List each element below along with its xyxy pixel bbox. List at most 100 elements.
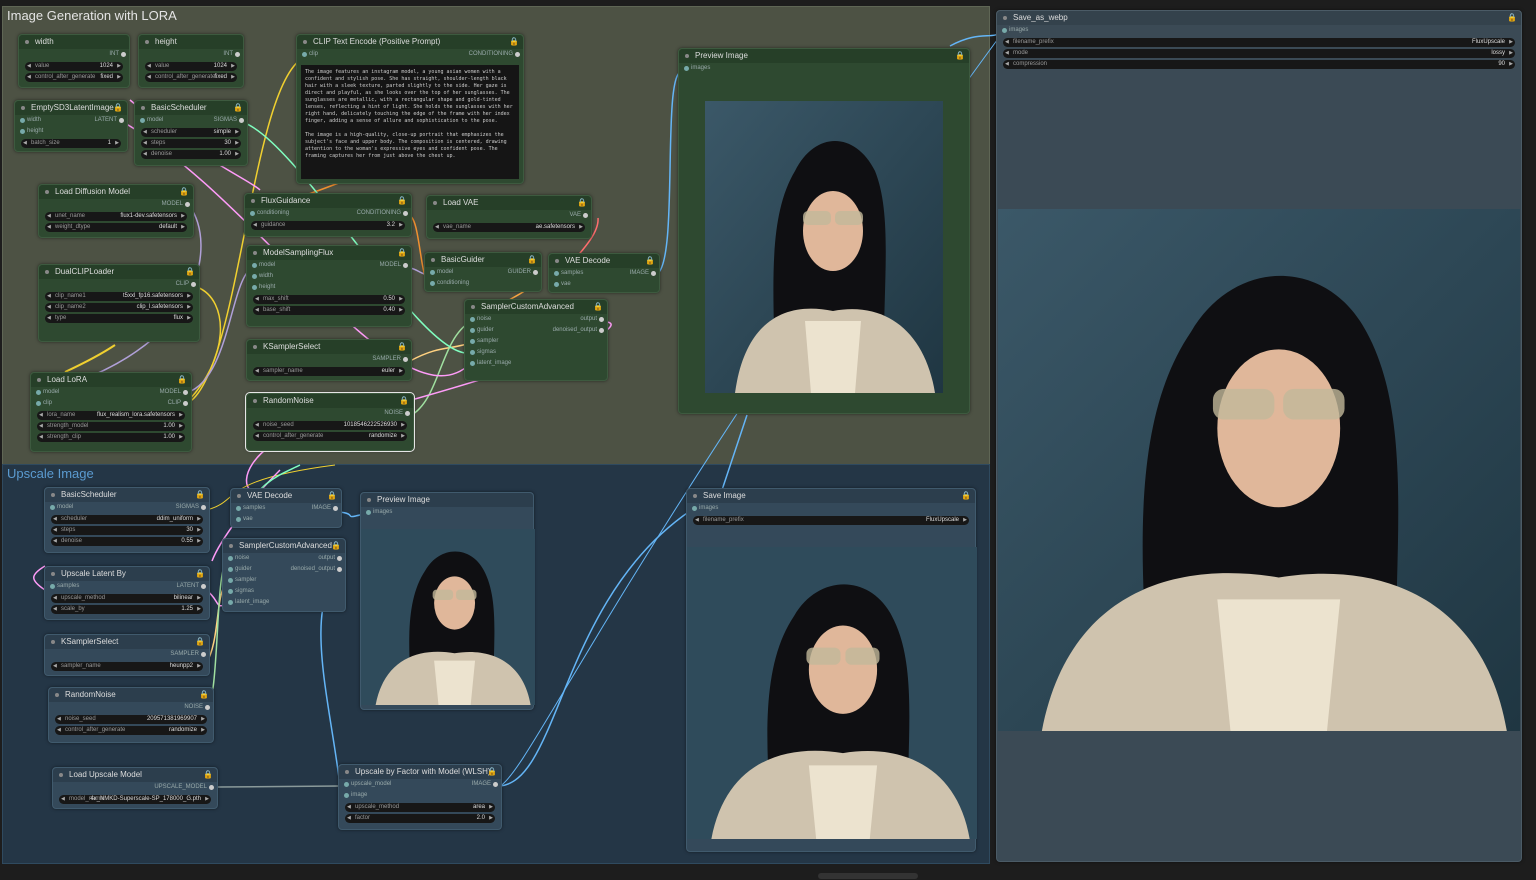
node-random-noise[interactable]: RandomNoise🔒 NOISE noise_seed10185462225… bbox=[245, 392, 415, 452]
widget-sampler-name[interactable]: sampler_nameeuler bbox=[253, 367, 405, 376]
node-basic-scheduler-2[interactable]: BasicScheduler🔒 modelSIGMAS schedulerddi… bbox=[44, 487, 210, 553]
node-header[interactable]: KSamplerSelect 🔒 bbox=[247, 340, 411, 354]
node-header[interactable]: EmptySD3LatentImage 🔒 bbox=[15, 101, 127, 115]
node-basic-scheduler[interactable]: BasicScheduler🔒 modelSIGMAS schedulersim… bbox=[134, 100, 248, 166]
node-header[interactable]: ModelSamplingFlux 🔒 bbox=[247, 246, 411, 260]
node-save-as-webp[interactable]: Save_as_webp🔒 images filename_prefixFlux… bbox=[996, 10, 1522, 862]
node-preview-image[interactable]: Preview Image 🔒 images bbox=[678, 48, 970, 414]
node-load-lora[interactable]: Load LoRA🔒 modelMODEL clipCLIP lora_name… bbox=[30, 372, 192, 452]
node-header[interactable]: RandomNoise 🔒 bbox=[247, 394, 413, 408]
node-header[interactable]: Upscale Latent By 🔒 bbox=[45, 567, 209, 581]
node-header[interactable]: Load Upscale Model 🔒 bbox=[53, 768, 217, 782]
widget-batch-size[interactable]: batch_size1 bbox=[21, 139, 121, 148]
node-ksampler-select-2[interactable]: KSamplerSelect🔒 SAMPLER sampler_nameheun… bbox=[44, 634, 210, 676]
node-header[interactable]: RandomNoise 🔒 bbox=[49, 688, 213, 702]
lock-icon: 🔒 bbox=[195, 637, 205, 646]
widget-value[interactable]: value1024 bbox=[145, 62, 237, 71]
node-header[interactable]: VAE Decode 🔒 bbox=[549, 254, 659, 268]
node-load-upscale-model[interactable]: Load Upscale Model🔒 UPSCALE_MODEL model_… bbox=[52, 767, 218, 809]
widget-steps[interactable]: steps30 bbox=[141, 139, 241, 148]
widget-control-after-generate[interactable]: control_after_generaterandomize bbox=[55, 726, 207, 735]
widget-denoise[interactable]: denoise0.55 bbox=[51, 537, 203, 546]
widget-scheduler[interactable]: schedulerddim_uniform bbox=[51, 515, 203, 524]
canvas-scrollbar[interactable] bbox=[818, 873, 918, 879]
node-header[interactable]: BasicScheduler 🔒 bbox=[135, 101, 247, 115]
node-header[interactable]: height bbox=[139, 35, 243, 49]
node-header[interactable]: Load Diffusion Model 🔒 bbox=[39, 185, 193, 199]
widget-control-after-generate[interactable]: control_after_generatefixed bbox=[25, 73, 123, 82]
node-upscale-by-factor[interactable]: Upscale by Factor with Model (WLSH) 🔒 ups… bbox=[338, 764, 502, 830]
widget-model-name[interactable]: model_name4x_NMKD-Superscale-SP_178000_G… bbox=[59, 795, 211, 804]
widget-steps[interactable]: steps30 bbox=[51, 526, 203, 535]
node-header[interactable]: Save Image 🔒 bbox=[687, 489, 975, 503]
node-header[interactable]: CLIP Text Encode (Positive Prompt) 🔒 bbox=[297, 35, 523, 49]
node-header[interactable]: DualCLIPLoader 🔒 bbox=[39, 265, 199, 279]
widget-guidance[interactable]: guidance3.2 bbox=[251, 221, 405, 230]
node-vae-decode[interactable]: VAE Decode 🔒 samples IMAGE vae bbox=[548, 253, 660, 293]
node-header[interactable]: Preview Image 🔒 bbox=[679, 49, 969, 63]
widget-value[interactable]: value1024 bbox=[25, 62, 123, 71]
node-random-noise-2[interactable]: RandomNoise🔒 NOISE noise_seed20957138196… bbox=[48, 687, 214, 743]
node-header[interactable]: Save_as_webp 🔒 bbox=[997, 11, 1521, 25]
widget-strength-model[interactable]: strength_model1.00 bbox=[37, 422, 185, 431]
widget-scale-by[interactable]: scale_by1.25 bbox=[51, 605, 203, 614]
widget-vae-name[interactable]: vae_nameae.safetensors bbox=[433, 223, 585, 232]
widget-clip-name2[interactable]: clip_name2clip_l.safetensors bbox=[45, 303, 193, 312]
node-flux-guidance[interactable]: FluxGuidance🔒 conditioningCONDITIONING g… bbox=[244, 193, 412, 237]
node-vae-decode-2[interactable]: VAE Decode 🔒 samples IMAGE vae bbox=[230, 488, 342, 528]
node-header[interactable]: KSamplerSelect 🔒 bbox=[45, 635, 209, 649]
widget-upscale-method[interactable]: upscale_methodbilinear bbox=[51, 594, 203, 603]
widget-control-after-generate[interactable]: control_after_generaterandomize bbox=[253, 432, 407, 441]
node-model-sampling-flux[interactable]: ModelSamplingFlux 🔒 model MODEL width heig… bbox=[246, 245, 412, 327]
node-clip-text-encode[interactable]: CLIP Text Encode (Positive Prompt) 🔒 clip… bbox=[296, 34, 524, 184]
lock-icon: 🔒 bbox=[593, 302, 603, 311]
widget-filename-prefix[interactable]: filename_prefixFluxUpscale bbox=[693, 516, 969, 525]
widget-compression[interactable]: compression90 bbox=[1003, 60, 1515, 69]
lock-icon: 🔒 bbox=[233, 103, 243, 112]
node-sampler-custom-advanced[interactable]: SamplerCustomAdvanced 🔒 noise output guide… bbox=[464, 299, 608, 381]
widget-filename-prefix[interactable]: filename_prefixFluxUpscale bbox=[1003, 38, 1515, 47]
node-header[interactable]: BasicGuider 🔒 bbox=[425, 253, 541, 267]
node-header[interactable]: Load VAE 🔒 bbox=[427, 196, 591, 210]
node-ksampler-select[interactable]: KSamplerSelect🔒 SAMPLER sampler_nameeule… bbox=[246, 339, 412, 381]
node-save-image[interactable]: Save Image🔒 images filename_prefixFluxUp… bbox=[686, 488, 977, 852]
node-load-vae[interactable]: Load VAE🔒 VAE vae_nameae.safetensors bbox=[426, 195, 592, 239]
node-sampler-custom-advanced-2[interactable]: SamplerCustomAdvanced 🔒 noise output guide… bbox=[222, 538, 346, 612]
node-header[interactable]: BasicScheduler 🔒 bbox=[45, 488, 209, 502]
widget-type[interactable]: typeflux bbox=[45, 314, 193, 323]
node-header[interactable]: Preview Image bbox=[361, 493, 533, 507]
widget-upscale-method[interactable]: upscale_methodarea bbox=[345, 803, 495, 812]
node-width[interactable]: width INT value1024 control_after_genera… bbox=[18, 34, 130, 88]
widget-unet-name[interactable]: unet_nameflux1-dev.safetensors bbox=[45, 212, 187, 221]
node-header[interactable]: FluxGuidance 🔒 bbox=[245, 194, 411, 208]
node-basic-guider[interactable]: BasicGuider 🔒 model GUIDER conditioning bbox=[424, 252, 542, 292]
prompt-textarea[interactable]: The image features an instagram model, a… bbox=[301, 65, 519, 179]
widget-clip-name1[interactable]: clip_name1t5xxl_fp16.safetensors bbox=[45, 292, 193, 301]
node-preview-image-2[interactable]: Preview Image images bbox=[360, 492, 535, 710]
widget-lora-name[interactable]: lora_nameflux_realism_lora.safetensors bbox=[37, 411, 185, 420]
node-header[interactable]: width bbox=[19, 35, 129, 49]
lock-icon: 🔒 bbox=[327, 491, 337, 500]
node-upscale-latent-by[interactable]: Upscale Latent By🔒 samplesLATENT upscale… bbox=[44, 566, 210, 620]
widget-sampler-name[interactable]: sampler_nameheunpp2 bbox=[51, 662, 203, 671]
widget-control-after-generate[interactable]: control_after_generatefixed bbox=[145, 73, 237, 82]
node-header[interactable]: VAE Decode 🔒 bbox=[231, 489, 341, 503]
widget-strength-clip[interactable]: strength_clip1.00 bbox=[37, 433, 185, 442]
node-header[interactable]: SamplerCustomAdvanced 🔒 bbox=[465, 300, 607, 314]
widget-noise-seed[interactable]: noise_seed209571381969907 bbox=[55, 715, 207, 724]
node-dual-clip-loader[interactable]: DualCLIPLoader🔒 CLIP clip_name1t5xxl_fp1… bbox=[38, 264, 200, 342]
node-header[interactable]: SamplerCustomAdvanced 🔒 bbox=[223, 539, 345, 553]
widget-mode[interactable]: modelossy bbox=[1003, 49, 1515, 58]
widget-noise-seed[interactable]: noise_seed1018546222526930 bbox=[253, 421, 407, 430]
node-header[interactable]: Load LoRA 🔒 bbox=[31, 373, 191, 387]
node-empty-sd3-latent[interactable]: EmptySD3LatentImage 🔒 width LATENT height … bbox=[14, 100, 128, 152]
node-load-diffusion-model[interactable]: Load Diffusion Model🔒 MODEL unet_nameflu… bbox=[38, 184, 194, 238]
node-height[interactable]: height INT value1024 control_after_gener… bbox=[138, 34, 244, 88]
node-header[interactable]: Upscale by Factor with Model (WLSH) 🔒 bbox=[339, 765, 501, 779]
widget-weight-dtype[interactable]: weight_dtypedefault bbox=[45, 223, 187, 232]
widget-scheduler[interactable]: schedulersimple bbox=[141, 128, 241, 137]
widget-factor[interactable]: factor2.0 bbox=[345, 814, 495, 823]
widget-base-shift[interactable]: base_shift0.40 bbox=[253, 306, 405, 315]
widget-denoise[interactable]: denoise1.00 bbox=[141, 150, 241, 159]
widget-max-shift[interactable]: max_shift0.50 bbox=[253, 295, 405, 304]
